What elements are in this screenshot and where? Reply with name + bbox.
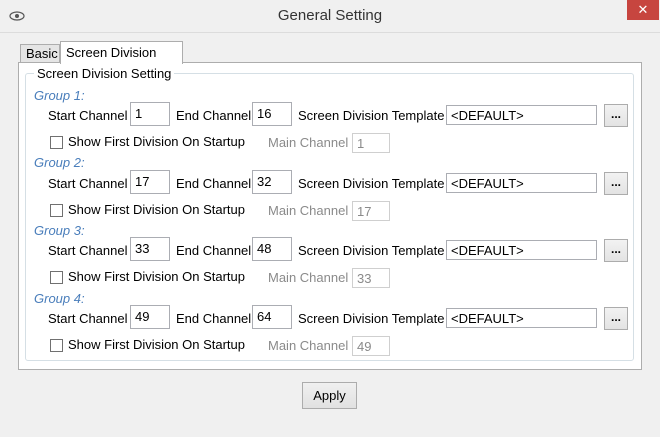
template-label: Screen Division Template	[298, 243, 445, 258]
show-first-division-label: Show First Division On Startup	[68, 134, 246, 149]
group-2-label: Group 2:	[34, 155, 85, 170]
screen-division-groupbox: Screen Division Setting Group 1: Start C…	[25, 66, 634, 361]
show-first-division-label: Show First Division On Startup	[68, 337, 246, 352]
end-channel-input[interactable]: 32	[252, 170, 292, 194]
end-channel-input[interactable]: 64	[252, 305, 292, 329]
start-channel-label: Start Channel	[48, 176, 128, 191]
group-1-label: Group 1:	[34, 88, 85, 103]
main-channel-input[interactable]: 33	[352, 268, 390, 288]
start-channel-input[interactable]: 49	[130, 305, 170, 329]
template-browse-button[interactable]: ...	[604, 172, 628, 195]
apply-button[interactable]: Apply	[302, 382, 357, 409]
start-channel-label: Start Channel	[48, 243, 128, 258]
main-channel-input[interactable]: 49	[352, 336, 390, 356]
template-browse-button[interactable]: ...	[604, 104, 628, 127]
end-channel-label: End Channel	[176, 311, 252, 326]
template-label: Screen Division Template	[298, 311, 445, 326]
end-channel-input[interactable]: 48	[252, 237, 292, 261]
show-first-division-checkbox[interactable]	[50, 136, 63, 149]
group-4-label: Group 4:	[34, 291, 85, 306]
groupbox-title: Screen Division Setting	[34, 66, 175, 81]
show-first-division-checkbox[interactable]	[50, 204, 63, 217]
tab-panel: Screen Division Setting Group 1: Start C…	[18, 62, 642, 370]
main-channel-label: Main Channel	[268, 135, 349, 150]
template-label: Screen Division Template	[298, 108, 445, 123]
end-channel-input[interactable]: 16	[252, 102, 292, 126]
main-channel-input[interactable]: 17	[352, 201, 390, 221]
template-browse-button[interactable]: ...	[604, 307, 628, 330]
start-channel-input[interactable]: 33	[130, 237, 170, 261]
start-channel-input[interactable]: 17	[130, 170, 170, 194]
close-button[interactable]: ✕	[627, 0, 659, 20]
tab-basic[interactable]: Basic	[20, 44, 60, 62]
window-title: General Setting	[277, 7, 383, 24]
end-channel-label: End Channel	[176, 176, 252, 191]
main-channel-label: Main Channel	[268, 270, 349, 285]
group-3-label: Group 3:	[34, 223, 85, 238]
template-label: Screen Division Template	[298, 176, 445, 191]
start-channel-label: Start Channel	[48, 311, 128, 326]
show-first-division-checkbox[interactable]	[50, 339, 63, 352]
template-input[interactable]: <DEFAULT>	[446, 240, 597, 260]
show-first-division-checkbox[interactable]	[50, 271, 63, 284]
template-input[interactable]: <DEFAULT>	[446, 105, 597, 125]
start-channel-label: Start Channel	[48, 108, 128, 123]
title-bar: General Setting ✕	[0, 0, 660, 33]
main-channel-label: Main Channel	[268, 203, 349, 218]
start-channel-input[interactable]: 1	[130, 102, 170, 126]
end-channel-label: End Channel	[176, 108, 252, 123]
template-browse-button[interactable]: ...	[604, 239, 628, 262]
main-channel-input[interactable]: 1	[352, 133, 390, 153]
template-input[interactable]: <DEFAULT>	[446, 173, 597, 193]
show-first-division-label: Show First Division On Startup	[68, 202, 246, 217]
main-channel-label: Main Channel	[268, 338, 349, 353]
template-input[interactable]: <DEFAULT>	[446, 308, 597, 328]
end-channel-label: End Channel	[176, 243, 252, 258]
show-first-division-label: Show First Division On Startup	[68, 269, 246, 284]
tab-screen-division[interactable]: Screen Division	[60, 41, 183, 64]
